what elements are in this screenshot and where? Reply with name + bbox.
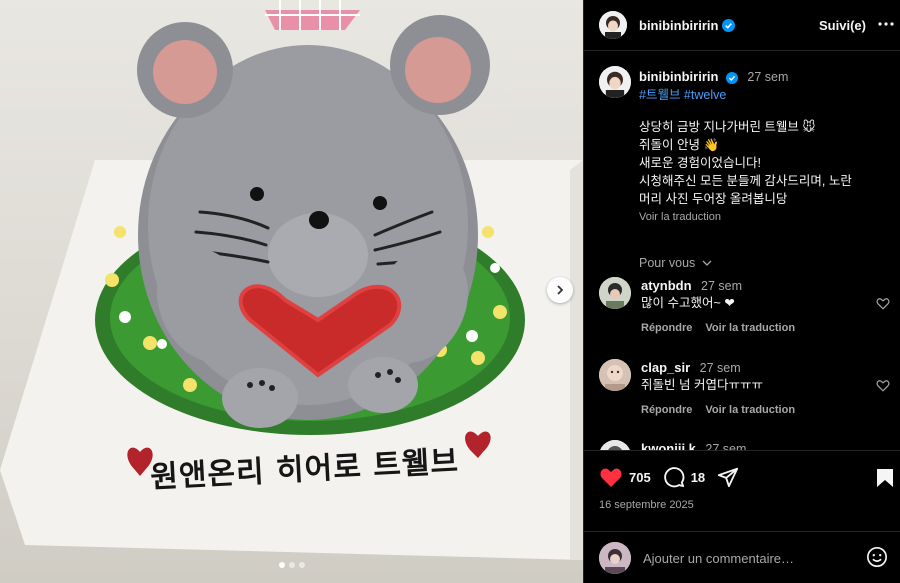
header-username[interactable]: binibinbiririn	[639, 18, 718, 33]
carousel-dot	[278, 562, 285, 568]
caption-line: 머리 사진 두어장 올려봅니당	[639, 192, 788, 206]
add-comment-input[interactable]	[643, 550, 843, 566]
caption-time: 27 sem	[747, 70, 789, 84]
comment-time: 27 sem	[701, 279, 743, 293]
see-translation-link[interactable]: Voir la traduction	[705, 404, 795, 416]
caption-hashtags[interactable]: #트웰브 #twelve	[639, 86, 726, 104]
heart-icon[interactable]	[599, 466, 623, 488]
comment-body: kwonjii.k 27 sem	[641, 440, 746, 450]
likes-count[interactable]: 705	[629, 470, 651, 485]
action-icons: 705 18	[599, 466, 739, 488]
carousel-dot	[298, 562, 305, 568]
see-translation-link[interactable]: Voir la traduction	[639, 208, 889, 226]
avatar[interactable]	[599, 440, 631, 450]
caption-line: 시청해주신 모든 분들께 감사드리며, 노란	[639, 174, 852, 188]
caption-username[interactable]: binibinbiririn	[639, 69, 718, 84]
like-comment-heart-icon[interactable]	[876, 379, 890, 392]
comment-actions: Répondre Voir la traduction	[641, 404, 805, 416]
carousel-dot	[288, 562, 295, 568]
avatar[interactable]	[599, 11, 627, 39]
comment-body: clap_sir 27 sem 쥐돌빈 넘 커엽다ㅠㅠㅠ	[641, 359, 763, 394]
post-date: 16 septembre 2025	[599, 499, 694, 511]
caption-header: binibinbiririn 27 sem	[639, 68, 788, 86]
comment-body: atynbdn 27 sem 많이 수고했어~ ❤	[641, 277, 742, 312]
comment-username[interactable]: atynbdn	[641, 278, 692, 293]
caption-line: 새로운 경험이었습니다!	[639, 156, 761, 170]
emoji-icon[interactable]	[866, 546, 888, 568]
add-comment-bar	[584, 531, 900, 583]
post-side-panel: binibinbiririn Suivi(e) binibinbiririn 2…	[583, 0, 900, 583]
caption-line: 상당히 금방 지나가버린 트웰브 🐭	[639, 120, 816, 134]
caption-body: 상당히 금방 지나가버린 트웰브 🐭 쥐돌이 안녕 👋 새로운 경험이었습니다!…	[639, 118, 889, 226]
verified-icon	[725, 71, 738, 84]
comment-icon[interactable]	[663, 466, 685, 488]
share-icon[interactable]	[717, 466, 739, 488]
comments-count[interactable]: 18	[691, 470, 705, 485]
comment-actions: Répondre Voir la traduction	[641, 322, 805, 334]
carousel-next-button[interactable]	[547, 277, 573, 303]
chevron-down-icon	[702, 260, 712, 266]
comment-time: 27 sem	[705, 442, 747, 450]
more-icon[interactable]	[877, 15, 895, 33]
comment-username[interactable]: kwonjii.k	[641, 441, 696, 450]
comment-username[interactable]: clap_sir	[641, 360, 690, 375]
avatar[interactable]	[599, 359, 631, 391]
avatar-image	[599, 11, 627, 39]
avatar-image	[599, 277, 631, 309]
pour-vous-label: Pour vous	[639, 256, 696, 270]
reply-button[interactable]: Répondre	[641, 404, 692, 416]
comment-text: 쥐돌빈 넘 커엽다ㅠㅠㅠ	[641, 378, 763, 392]
chevron-right-icon	[557, 285, 564, 295]
like-comment-heart-icon[interactable]	[876, 297, 890, 310]
see-translation-link[interactable]: Voir la traduction	[705, 322, 795, 334]
post-actions-bar: 705 18 16 septembre 2025	[584, 450, 900, 583]
avatar-image	[599, 66, 631, 98]
avatar-image	[599, 542, 631, 574]
comments-scroll-area[interactable]: binibinbiririn 27 sem #트웰브 #twelve 상당히 금…	[584, 52, 900, 450]
comment-time: 27 sem	[699, 361, 741, 375]
comment-text: 많이 수고했어~ ❤	[641, 296, 735, 310]
avatar[interactable]	[599, 277, 631, 309]
carousel-dots	[0, 562, 583, 568]
post-photo: 원앤온리 히어로 트웰브	[0, 0, 583, 583]
following-button[interactable]: Suivi(e)	[819, 18, 866, 33]
verified-icon	[722, 18, 736, 32]
avatar-image	[599, 359, 631, 391]
post-header: binibinbiririn Suivi(e)	[584, 0, 900, 51]
reply-button[interactable]: Répondre	[641, 322, 692, 334]
avatar	[599, 542, 631, 574]
cake-photo-illustration	[0, 0, 583, 560]
save-icon[interactable]	[876, 468, 894, 488]
pour-vous-toggle[interactable]: Pour vous	[639, 256, 712, 270]
avatar-image	[599, 440, 631, 450]
avatar[interactable]	[599, 66, 631, 98]
caption-line: 쥐돌이 안녕 👋	[639, 138, 720, 152]
